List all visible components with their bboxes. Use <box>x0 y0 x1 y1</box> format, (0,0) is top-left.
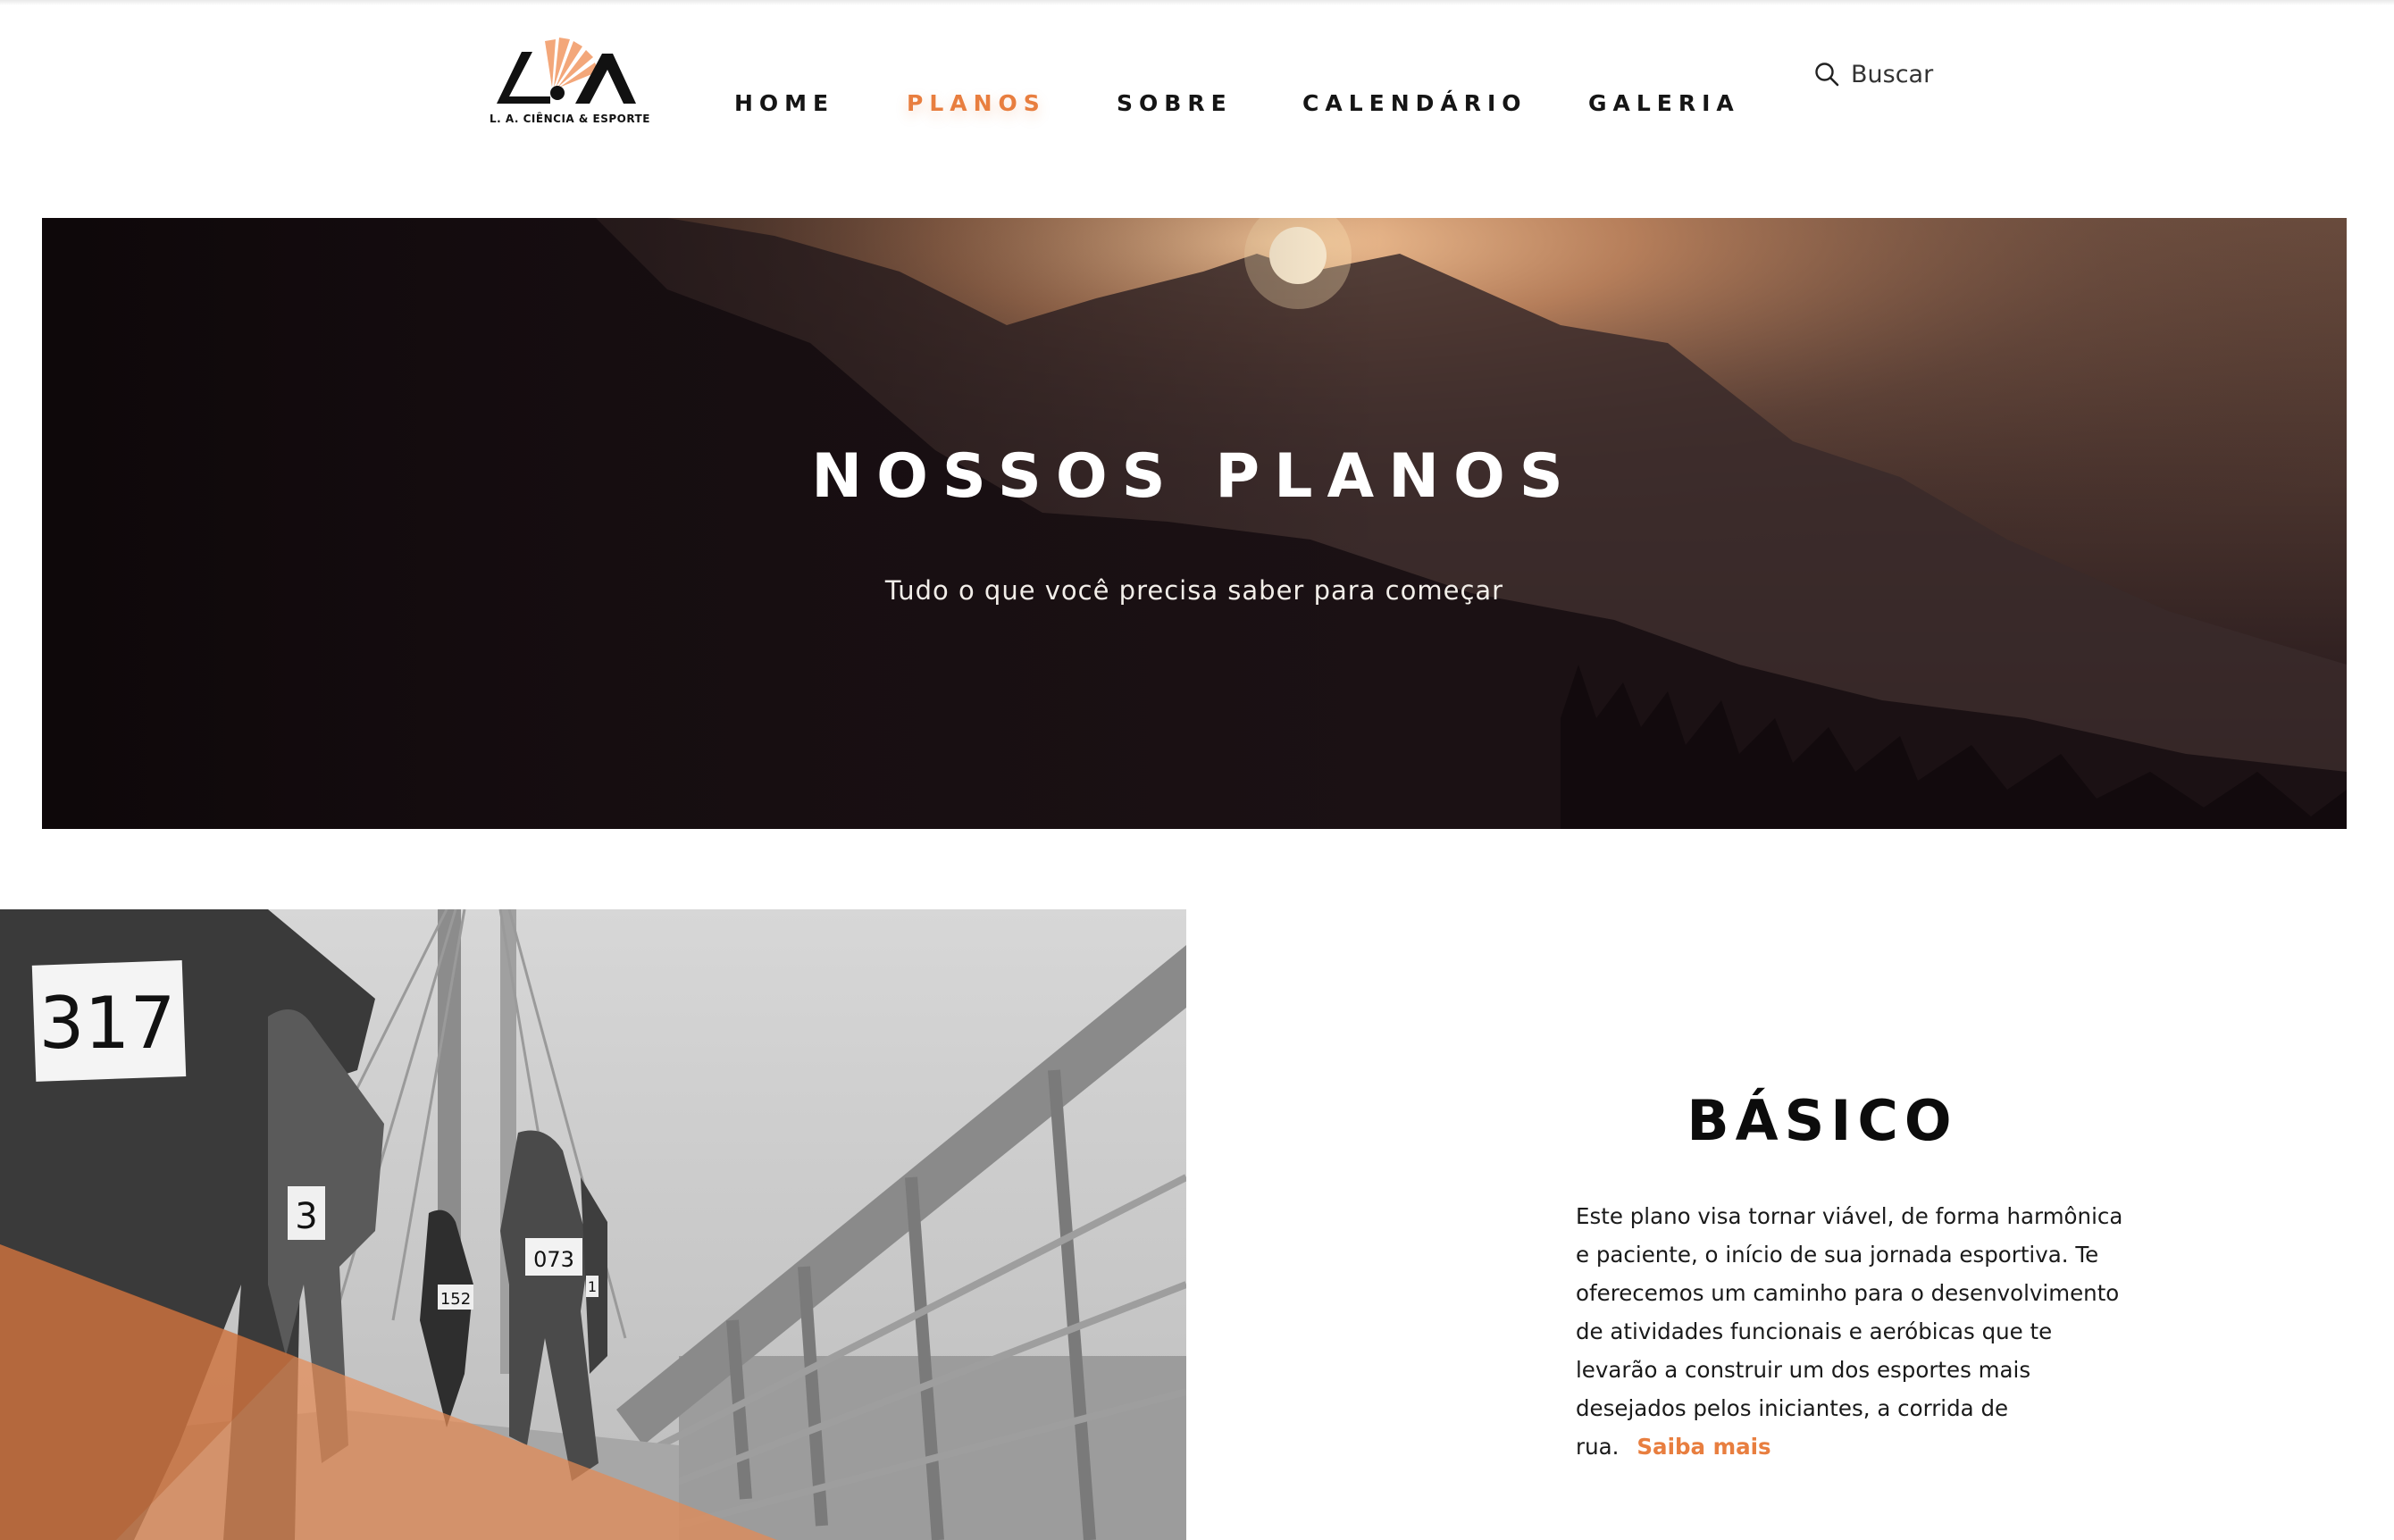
nav-calendario[interactable]: CALENDÁRIO <box>1302 86 1528 121</box>
runners-on-bridge-image: 317 3 152 073 1 <box>0 909 1186 1540</box>
logo-mark-icon <box>497 38 636 104</box>
nav-home[interactable]: HOME <box>734 86 834 121</box>
bib-number-073: 073 <box>533 1247 574 1272</box>
nav-sobre[interactable]: SOBRE <box>1117 86 1233 121</box>
search-label: Buscar <box>1851 60 1934 88</box>
search-button[interactable]: Buscar <box>1813 55 1933 93</box>
nav-galeria[interactable]: GALERIA <box>1588 86 1740 121</box>
plan-title: BÁSICO <box>1687 1088 1958 1153</box>
hero-subtitle: Tudo o que você precisa saber para começ… <box>884 575 1504 606</box>
hero-banner: NOSSOS PLANOS Tudo o que você precisa sa… <box>42 218 2347 829</box>
runners-photo: 317 3 152 073 1 <box>0 909 1186 1540</box>
plan-description: Este plano visa tornar viável, de forma … <box>1576 1197 2130 1466</box>
bib-number-152: 152 <box>440 1290 471 1309</box>
plan-description-text: Este plano visa tornar viável, de forma … <box>1576 1203 2123 1460</box>
top-shadow-line <box>0 0 2394 5</box>
nav-planos[interactable]: PLANOS <box>907 86 1046 121</box>
search-icon <box>1815 63 1839 87</box>
bib-number-317: 317 <box>39 982 176 1065</box>
saiba-mais-link[interactable]: Saiba mais <box>1636 1434 1770 1460</box>
bib-number-1: 1 <box>588 1278 597 1295</box>
site-logo[interactable]: L. A. CIÊNCIA & ESPORTE <box>490 34 650 132</box>
sunset-mountain-image <box>42 218 2347 829</box>
hero-title: NOSSOS PLANOS <box>811 441 1578 512</box>
logo-caption: L. A. CIÊNCIA & ESPORTE <box>490 113 650 125</box>
bib-number-3: 3 <box>295 1196 317 1237</box>
